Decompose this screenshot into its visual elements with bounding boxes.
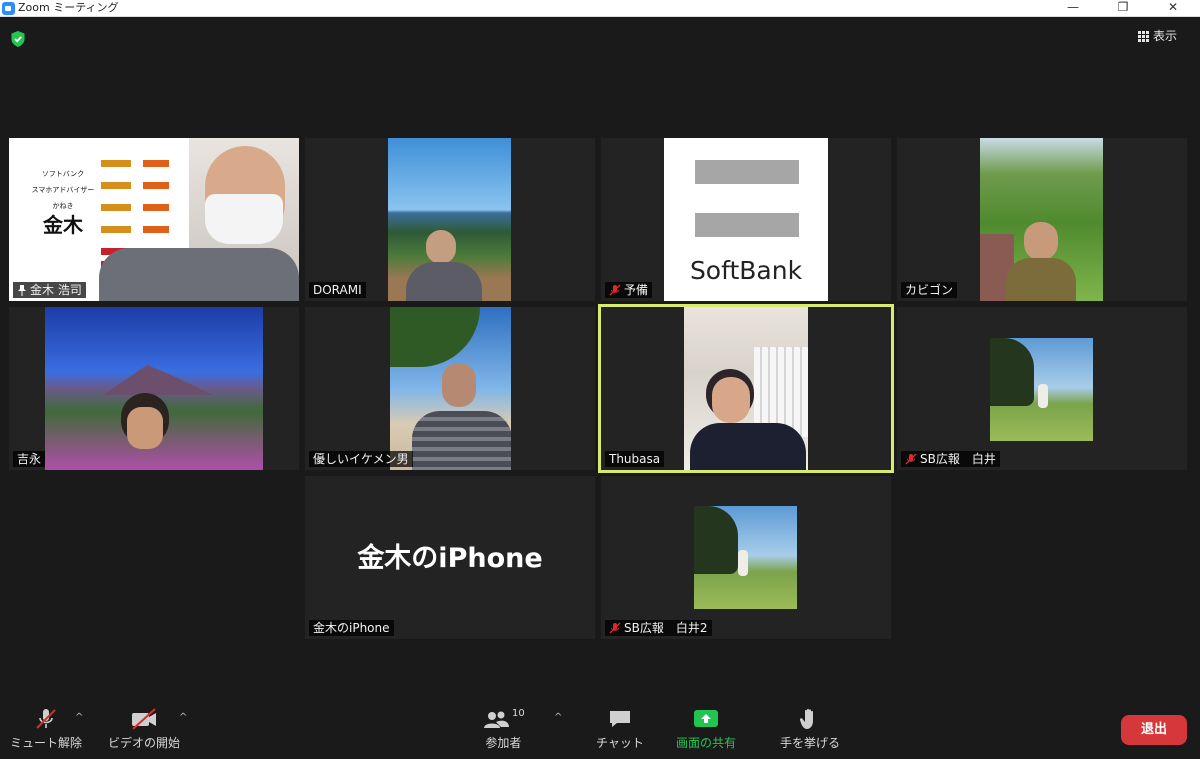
microphone-muted-icon — [905, 453, 917, 465]
participant-tile-sb-shirai2[interactable]: SB広報 白井2 — [601, 476, 891, 639]
close-button[interactable]: ✕ — [1150, 0, 1196, 16]
slide-color-bars — [143, 160, 169, 252]
video-feed — [990, 338, 1093, 441]
video-feed — [390, 307, 511, 470]
slide-text-line3: かねき — [52, 202, 74, 210]
softbank-logo-bar-top — [695, 160, 799, 184]
video-feed: ソフトバンク スマホアドバイザー かねき 金木 — [9, 138, 299, 301]
participant-tile-kabigon[interactable]: カビゴン — [897, 138, 1187, 301]
window-title: Zoom ミーティング — [18, 1, 119, 14]
participant-name-tag: 予備 — [605, 282, 653, 298]
participant-name: DORAMI — [313, 283, 362, 297]
audio-options-caret-icon[interactable]: ^ — [75, 712, 83, 723]
unmute-button[interactable]: ミュート解除 — [10, 708, 82, 751]
participant-name-tag: 金木 浩司 — [13, 282, 86, 298]
participant-tile-kaneki-iphone[interactable]: 金木のiPhone 金木のiPhone — [305, 476, 595, 639]
slide-color-bars — [101, 160, 131, 252]
participant-name-tag: SB広報 白井2 — [605, 620, 712, 636]
share-screen-icon — [694, 710, 718, 727]
participant-tile-yasashii[interactable]: 優しいイケメン男 — [305, 307, 595, 470]
video-camera-off-icon — [132, 708, 156, 730]
participant-name-tag: Thubasa — [605, 451, 665, 467]
participants-label: 参加者 — [485, 736, 522, 750]
video-options-caret-icon[interactable]: ^ — [179, 712, 187, 723]
participant-name: 予備 — [624, 283, 649, 297]
share-screen-label: 画面の共有 — [676, 736, 737, 750]
participant-display-name: 金木のiPhone — [357, 543, 543, 574]
microphone-muted-icon — [36, 709, 56, 729]
video-feed — [388, 138, 511, 301]
participant-name: SB広報 白井 — [920, 452, 996, 466]
encryption-shield-icon[interactable] — [11, 31, 25, 47]
start-video-label: ビデオの開始 — [108, 736, 181, 750]
start-video-button[interactable]: ビデオの開始 — [108, 708, 180, 751]
restore-button[interactable]: ❐ — [1100, 0, 1146, 16]
participant-name: 優しいイケメン男 — [313, 452, 409, 466]
chat-label: チャット — [596, 736, 644, 750]
participants-count: 10 — [512, 708, 525, 719]
participants-icon — [484, 711, 509, 728]
video-feed — [45, 307, 263, 470]
share-screen-button[interactable]: 画面の共有 — [676, 708, 736, 751]
video-feed: SoftBank — [664, 138, 828, 301]
participant-name: 金木のiPhone — [313, 621, 390, 635]
window-titlebar: Zoom ミーティング — ❐ ✕ — [0, 0, 1200, 17]
leave-meeting-button[interactable]: 退出 — [1121, 715, 1187, 745]
microphone-muted-icon — [609, 284, 621, 296]
slide-text-line1: ソフトバンク — [41, 170, 85, 178]
participant-name: SB広報 白井2 — [624, 621, 708, 635]
participant-name: 吉永 — [17, 452, 42, 466]
participant-name: Thubasa — [609, 452, 661, 466]
minimize-button[interactable]: — — [1050, 0, 1096, 16]
participant-tile-yoshinaga[interactable]: 吉永 — [9, 307, 299, 470]
person-silhouette — [99, 138, 299, 301]
participant-name-tag: 吉永 — [13, 451, 46, 467]
slide-text-line4: 金木 — [43, 213, 83, 237]
participant-name-tag: 優しいイケメン男 — [309, 451, 413, 467]
video-feed — [694, 506, 797, 609]
meeting-area: 表示 ソフトバンク スマホアドバイザー かねき 金木 金木 浩司 DORAMI … — [0, 17, 1200, 759]
zoom-app-icon — [2, 2, 15, 15]
microphone-muted-icon — [609, 622, 621, 634]
view-label: 表示 — [1153, 29, 1178, 43]
grid-icon — [1138, 30, 1149, 42]
raise-hand-button[interactable]: 手を挙げる — [780, 708, 840, 751]
softbank-logo-text: SoftBank — [689, 256, 803, 285]
participant-tile-sb-shirai[interactable]: SB広報 白井 — [897, 307, 1187, 470]
meeting-toolbar: ミュート解除 ^ ビデオの開始 ^ 10 参加者 ^ チャット 画面の共有 手を… — [0, 686, 1200, 759]
participant-name-tag: SB広報 白井 — [901, 451, 1000, 467]
participant-name-tag: 金木のiPhone — [309, 620, 394, 636]
participant-tile-yobi[interactable]: SoftBank 予備 — [601, 138, 891, 301]
chat-bubble-icon — [609, 711, 630, 727]
chat-button[interactable]: チャット — [596, 708, 644, 751]
pin-icon — [18, 284, 26, 296]
participant-tile-thubasa[interactable]: Thubasa — [598, 304, 894, 473]
participant-name-tag: DORAMI — [309, 282, 366, 298]
softbank-logo-bar-bottom — [695, 213, 799, 237]
participant-name-tag: カビゴン — [901, 282, 958, 298]
participant-tile-dorami[interactable]: DORAMI — [305, 138, 595, 301]
participants-options-caret-icon[interactable]: ^ — [554, 712, 562, 723]
unmute-label: ミュート解除 — [10, 736, 83, 750]
participant-name: カビゴン — [905, 283, 954, 297]
participant-name: 金木 浩司 — [30, 283, 82, 297]
raise-hand-label: 手を挙げる — [780, 736, 841, 750]
participant-tile-kaneki[interactable]: ソフトバンク スマホアドバイザー かねき 金木 金木 浩司 — [9, 138, 299, 301]
raise-hand-icon — [799, 708, 813, 729]
video-feed — [684, 307, 808, 470]
video-feed — [980, 138, 1103, 301]
participants-button[interactable]: 10 参加者 — [482, 708, 525, 751]
view-toggle-button[interactable]: 表示 — [1138, 27, 1177, 45]
slide-text-line2: スマホアドバイザー — [31, 186, 95, 194]
